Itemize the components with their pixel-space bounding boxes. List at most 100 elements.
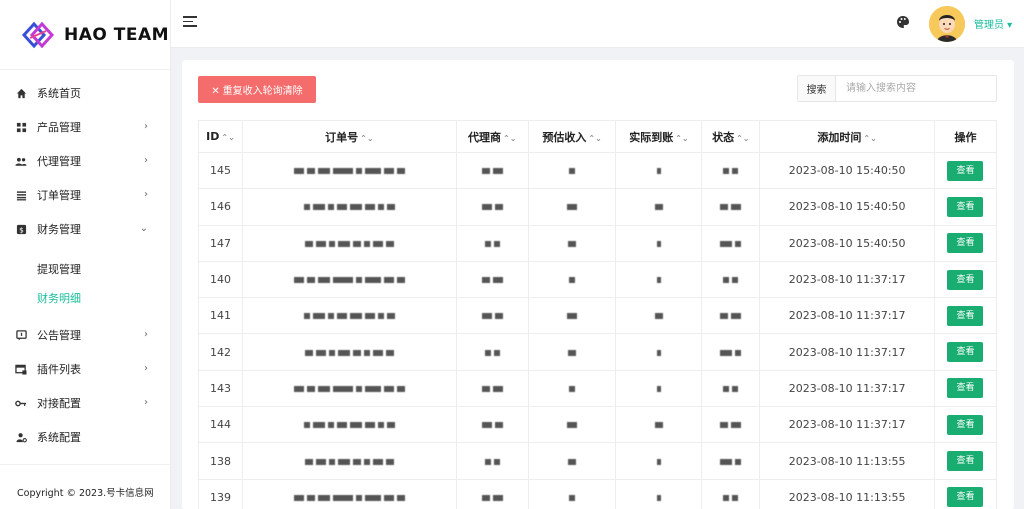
sidebar-subitem-label: 提现管理 bbox=[37, 262, 81, 276]
view-button[interactable]: 查看 bbox=[947, 269, 984, 290]
redacted-content bbox=[569, 494, 576, 501]
column-header-actual-received[interactable]: 实际到账 ⌃⌄ bbox=[615, 120, 703, 153]
chevron-right-icon: › bbox=[144, 121, 148, 132]
sidebar-item-label: 财务管理 bbox=[37, 223, 81, 236]
sidebar-item-plugins[interactable]: 插件列表 › bbox=[0, 352, 170, 386]
redacted-content bbox=[656, 168, 661, 175]
list-icon bbox=[15, 189, 27, 201]
column-header-agent[interactable]: 代理商 ⌃⌄ bbox=[455, 120, 529, 153]
cell-action: 查看 bbox=[933, 333, 998, 371]
cell-action: 查看 bbox=[933, 188, 998, 226]
sidebar-item-label: 对接配置 bbox=[37, 397, 81, 410]
redacted-content bbox=[293, 277, 405, 284]
cell-id-value: 145 bbox=[209, 164, 231, 178]
redacted-content bbox=[481, 494, 503, 501]
column-header-estimated-income[interactable]: 预估收入 ⌃⌄ bbox=[527, 120, 617, 153]
avatar[interactable] bbox=[929, 6, 965, 42]
column-header-order-no[interactable]: 订单号 ⌃⌄ bbox=[241, 120, 457, 153]
redacted-content bbox=[656, 240, 661, 247]
cell-add-time-value: 2023-08-10 11:37:17 bbox=[788, 345, 906, 359]
cell-add-time-value: 2023-08-10 11:13:55 bbox=[788, 454, 906, 468]
sort-icon: ⌃⌄ bbox=[502, 133, 517, 143]
logo[interactable]: HAO TEAM bbox=[0, 0, 170, 70]
cell-actual-received bbox=[615, 188, 703, 226]
cell-action: 查看 bbox=[933, 442, 998, 480]
redacted-content bbox=[484, 240, 500, 247]
sidebar-item-agents[interactable]: 代理管理 › bbox=[0, 144, 170, 178]
cell-actual-received bbox=[615, 297, 703, 335]
sidebar-item-integration[interactable]: 对接配置 › bbox=[0, 386, 170, 420]
sidebar-item-finance[interactable]: $ 财务管理 ⌄ bbox=[0, 212, 170, 246]
redacted-content bbox=[656, 349, 661, 356]
cell-actual-received bbox=[615, 260, 703, 299]
column-header-status[interactable]: 状态 ⌃⌄ bbox=[701, 120, 761, 153]
cell-id-value: 142 bbox=[209, 345, 231, 359]
logo-mark-icon bbox=[21, 21, 55, 48]
search-label: 搜索 bbox=[798, 76, 836, 101]
sidebar-item-orders[interactable]: 订单管理 › bbox=[0, 178, 170, 212]
cell-action: 查看 bbox=[933, 406, 998, 444]
redacted-content bbox=[656, 277, 661, 284]
sidebar-item-announcements[interactable]: 公告管理 › bbox=[0, 318, 170, 352]
table-row: 141 2023-08-10 11:37:17 查看 bbox=[198, 297, 998, 335]
cell-id-value: 140 bbox=[209, 273, 231, 287]
redacted-content bbox=[720, 240, 742, 247]
menu-toggle-icon[interactable] bbox=[183, 16, 197, 28]
view-button[interactable]: 查看 bbox=[947, 233, 984, 254]
cell-id: 143 bbox=[198, 369, 243, 408]
cell-agent bbox=[455, 188, 529, 226]
cell-id: 144 bbox=[198, 406, 243, 444]
cell-add-time-value: 2023-08-10 15:40:50 bbox=[788, 236, 906, 250]
cell-add-time-value: 2023-08-10 11:37:17 bbox=[788, 273, 906, 287]
table-row: 146 2023-08-10 15:40:50 查看 bbox=[198, 188, 998, 226]
redacted-content bbox=[568, 458, 577, 465]
cell-action: 查看 bbox=[933, 224, 998, 262]
search-input[interactable] bbox=[836, 76, 996, 101]
view-button[interactable]: 查看 bbox=[947, 451, 984, 472]
plugin-icon bbox=[15, 363, 27, 375]
cell-estimated-income bbox=[527, 297, 617, 335]
cell-agent bbox=[455, 151, 529, 190]
redacted-content bbox=[481, 204, 503, 211]
chevron-right-icon: › bbox=[144, 397, 148, 408]
view-button[interactable]: 查看 bbox=[947, 414, 984, 435]
sort-icon: ⌃⌄ bbox=[736, 133, 750, 143]
clear-duplicate-income-button[interactable]: ✕ 重复收入轮询清除 bbox=[198, 76, 316, 103]
admin-menu[interactable]: 管理员 ▾ bbox=[974, 16, 1012, 31]
column-header-id[interactable]: ID ⌃⌄ bbox=[198, 120, 243, 153]
sidebar-item-system-config[interactable]: 系统配置 bbox=[0, 420, 170, 454]
brand-name: HAO TEAM bbox=[64, 24, 170, 45]
view-button[interactable]: 查看 bbox=[947, 342, 984, 363]
view-button[interactable]: 查看 bbox=[947, 487, 984, 508]
redacted-content bbox=[303, 422, 395, 429]
cell-add-time: 2023-08-10 11:37:17 bbox=[759, 406, 935, 444]
view-button[interactable]: 查看 bbox=[947, 305, 984, 326]
svg-text:$: $ bbox=[19, 225, 24, 234]
sidebar-item-label: 公告管理 bbox=[37, 329, 81, 342]
sidebar-subitem-finance-detail[interactable]: 财务明细 bbox=[0, 283, 170, 312]
cell-estimated-income bbox=[527, 333, 617, 371]
redacted-content bbox=[569, 385, 576, 392]
sidebar-item-home[interactable]: 系统首页 bbox=[0, 76, 170, 110]
home-icon bbox=[15, 87, 27, 99]
view-button[interactable]: 查看 bbox=[947, 196, 984, 217]
sidebar-item-products[interactable]: 产品管理 › bbox=[0, 110, 170, 144]
cell-status bbox=[701, 297, 761, 335]
redacted-content bbox=[304, 458, 394, 465]
cell-estimated-income bbox=[527, 478, 617, 509]
redacted-content bbox=[720, 422, 742, 429]
palette-icon[interactable] bbox=[896, 15, 910, 29]
sidebar-subitem-withdraw[interactable]: 提现管理 bbox=[0, 254, 170, 283]
cell-order-no bbox=[241, 369, 457, 408]
cell-agent bbox=[455, 442, 529, 480]
cell-add-time: 2023-08-10 11:37:17 bbox=[759, 297, 935, 335]
cell-id: 141 bbox=[198, 297, 243, 335]
view-button[interactable]: 查看 bbox=[947, 160, 984, 181]
cell-order-no bbox=[241, 478, 457, 509]
column-header-add-time[interactable]: 添加时间 ⌃⌄ bbox=[759, 120, 935, 153]
cell-agent bbox=[455, 333, 529, 371]
top-header: 管理员 ▾ bbox=[171, 0, 1024, 48]
view-button[interactable]: 查看 bbox=[947, 378, 984, 399]
avatar-face-icon bbox=[929, 6, 965, 42]
sort-icon: ⌃⌄ bbox=[863, 133, 877, 143]
